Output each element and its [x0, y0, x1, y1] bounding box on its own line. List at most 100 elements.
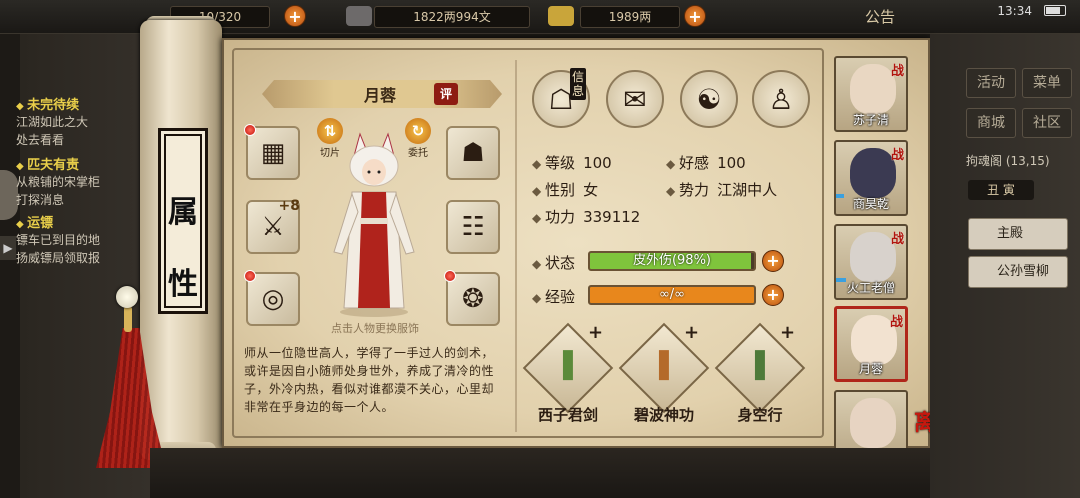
tab-bagua[interactable]: ☯ [680, 70, 738, 128]
skill-scroll-icon: ❚ [651, 346, 677, 381]
equip-slot-weapon[interactable]: ⚔ +8 [246, 198, 300, 254]
clock: 13:34 [997, 4, 1032, 18]
equip-slot-helmet[interactable]: ☗ [446, 126, 500, 180]
menu-button[interactable]: 菜单 [1022, 68, 1072, 98]
tab-meridian[interactable]: ♙ [752, 70, 810, 128]
quest-desc: 处去看看 [16, 133, 65, 147]
nav-npc-label: 公孙雪柳 [997, 264, 1050, 279]
tab-info-label: 信息 [570, 68, 586, 100]
location-name: 拘魂阁 [966, 154, 1003, 168]
stat-gender-label: 性别 [532, 181, 575, 199]
copper-display: 1822两994文 [374, 6, 530, 28]
status-bar: 皮外伤(98%) [588, 251, 756, 271]
silver-value: 1989两 [608, 10, 652, 24]
amulet-icon: ❂ [462, 284, 484, 314]
quest-item[interactable]: 匹夫有责从粮铺的宋掌柜打探消息 [16, 154, 100, 209]
roster-hero[interactable]: 战月蓉 [834, 306, 908, 382]
notice-button[interactable]: 公告 [865, 6, 895, 27]
silver-add-button[interactable]: + [684, 5, 706, 27]
enhance-level: +8 [278, 198, 300, 214]
capacity-add-button[interactable]: + [284, 5, 306, 27]
silver-display: 1989两 [580, 6, 680, 28]
quest-desc: 扬威镖局领取报 [16, 251, 101, 265]
shop-button[interactable]: 商城 [966, 108, 1016, 138]
quest-item[interactable]: 运镖镖车已到目的地扬威镖局领取报 [16, 212, 100, 267]
silver-ingot-icon [548, 6, 574, 26]
equip-slot-bracer[interactable]: ▦ [244, 124, 300, 180]
expand-arrow-icon[interactable]: ▶ [0, 236, 16, 260]
character-figure[interactable] [328, 132, 420, 317]
change-outfit-hint: 点击人物更换服饰 [331, 322, 419, 335]
upgrade-dot-icon [244, 270, 256, 282]
exp-add-button[interactable]: + [762, 284, 784, 306]
stat-faction-value: 江湖中人 [717, 181, 778, 199]
stat-status-label-text: 状态 [532, 254, 575, 272]
stat-gender-value: 女 [583, 181, 599, 199]
hero-name: 商昊乾 [852, 197, 889, 211]
stat-exp-label: 经验 [532, 286, 575, 307]
stat-favor-value: 100 [717, 154, 746, 172]
time-chip: 丑 寅 [968, 180, 1034, 200]
stat-power: 功力 339112 [532, 206, 640, 227]
tab-inventory[interactable]: ✉ [606, 70, 664, 128]
portrait [850, 232, 896, 282]
stat-exp-label-text: 经验 [532, 288, 575, 306]
quest-desc: 打探消息 [16, 193, 65, 207]
bracer-icon: ▦ [260, 138, 286, 168]
ring-icon: ◎ [261, 284, 285, 314]
skill-add-icon[interactable]: + [684, 322, 699, 343]
in-battle-badge: 战 [890, 64, 904, 79]
skill-name: 西子君剑 [537, 406, 598, 424]
armor-icon: ☷ [461, 212, 485, 242]
copper-icon [346, 6, 372, 26]
nav-main-hall[interactable]: 主殿 [968, 218, 1068, 250]
battery-icon [1044, 5, 1066, 16]
in-battle-badge: 战 [889, 315, 903, 330]
rate-button[interactable]: 评 [434, 83, 458, 105]
skill-add-icon[interactable]: + [780, 322, 795, 343]
portrait [850, 398, 896, 448]
roster-hero[interactable]: 战商昊乾 [834, 140, 908, 216]
equip-slot-ring[interactable]: ◎ [244, 270, 300, 326]
quest-desc: 从粮铺的宋掌柜 [16, 175, 101, 189]
equip-slot-armor[interactable]: ☷ [446, 200, 500, 254]
community-button[interactable]: 社区 [1022, 108, 1072, 138]
weapon-icon: ⚔ [261, 212, 285, 242]
activity-button[interactable]: 活动 [966, 68, 1016, 98]
bottom-toolbar [150, 448, 930, 498]
portrait [850, 64, 896, 114]
meridian-icon: ♙ [768, 82, 794, 116]
upgrade-dot-icon [444, 270, 456, 282]
skill-scroll-icon: ❚ [747, 346, 773, 381]
nav-npc[interactable]: 公孙雪柳 [968, 256, 1068, 288]
skill-add-icon[interactable]: + [588, 322, 603, 343]
character-bio: 师从一位隐世高人，学得了一手过人的剑术，或许是因自小随师处身世外，养成了清冷的性… [244, 346, 495, 414]
stat-level-label: 等级 [532, 154, 575, 172]
tassel-cord [124, 306, 132, 332]
helmet-icon: ☗ [461, 138, 485, 168]
upgrade-dot-icon [244, 124, 256, 136]
stat-faction-label: 势力 [666, 181, 709, 199]
hero-name: 苏子清 [852, 113, 889, 127]
skill-scroll-icon: ❚ [555, 346, 581, 381]
stat-favor: 好感 100 [666, 152, 746, 173]
hero-name: 月蓉 [858, 362, 883, 376]
quest-title: 匹夫有责 [16, 154, 100, 173]
attributes-label: 属性 [158, 128, 208, 314]
inventory-icon: ✉ [623, 82, 647, 116]
status-heal-button[interactable]: + [762, 250, 784, 272]
stat-level: 等级 100 [532, 152, 612, 173]
roster-hero[interactable]: 战苏子清 [834, 56, 908, 132]
stat-power-value: 339112 [583, 208, 641, 226]
quest-item[interactable]: 未完待续江湖如此之大处去看看 [16, 94, 88, 149]
equip-slot-amulet[interactable]: ❂ [444, 270, 500, 326]
jade-bead [116, 286, 138, 308]
quest-desc: 镖车已到目的地 [16, 233, 101, 247]
status-bar-text: 皮外伤(98%) [632, 253, 712, 268]
quest-title: 运镖 [16, 212, 100, 231]
copper-value: 1822两994文 [413, 10, 491, 24]
roster-hero[interactable]: 战火工老僧 [834, 224, 908, 300]
stat-faction: 势力江湖中人 [666, 179, 777, 200]
stat-status-label: 状态 [532, 252, 575, 273]
bagua-icon: ☯ [696, 82, 722, 116]
